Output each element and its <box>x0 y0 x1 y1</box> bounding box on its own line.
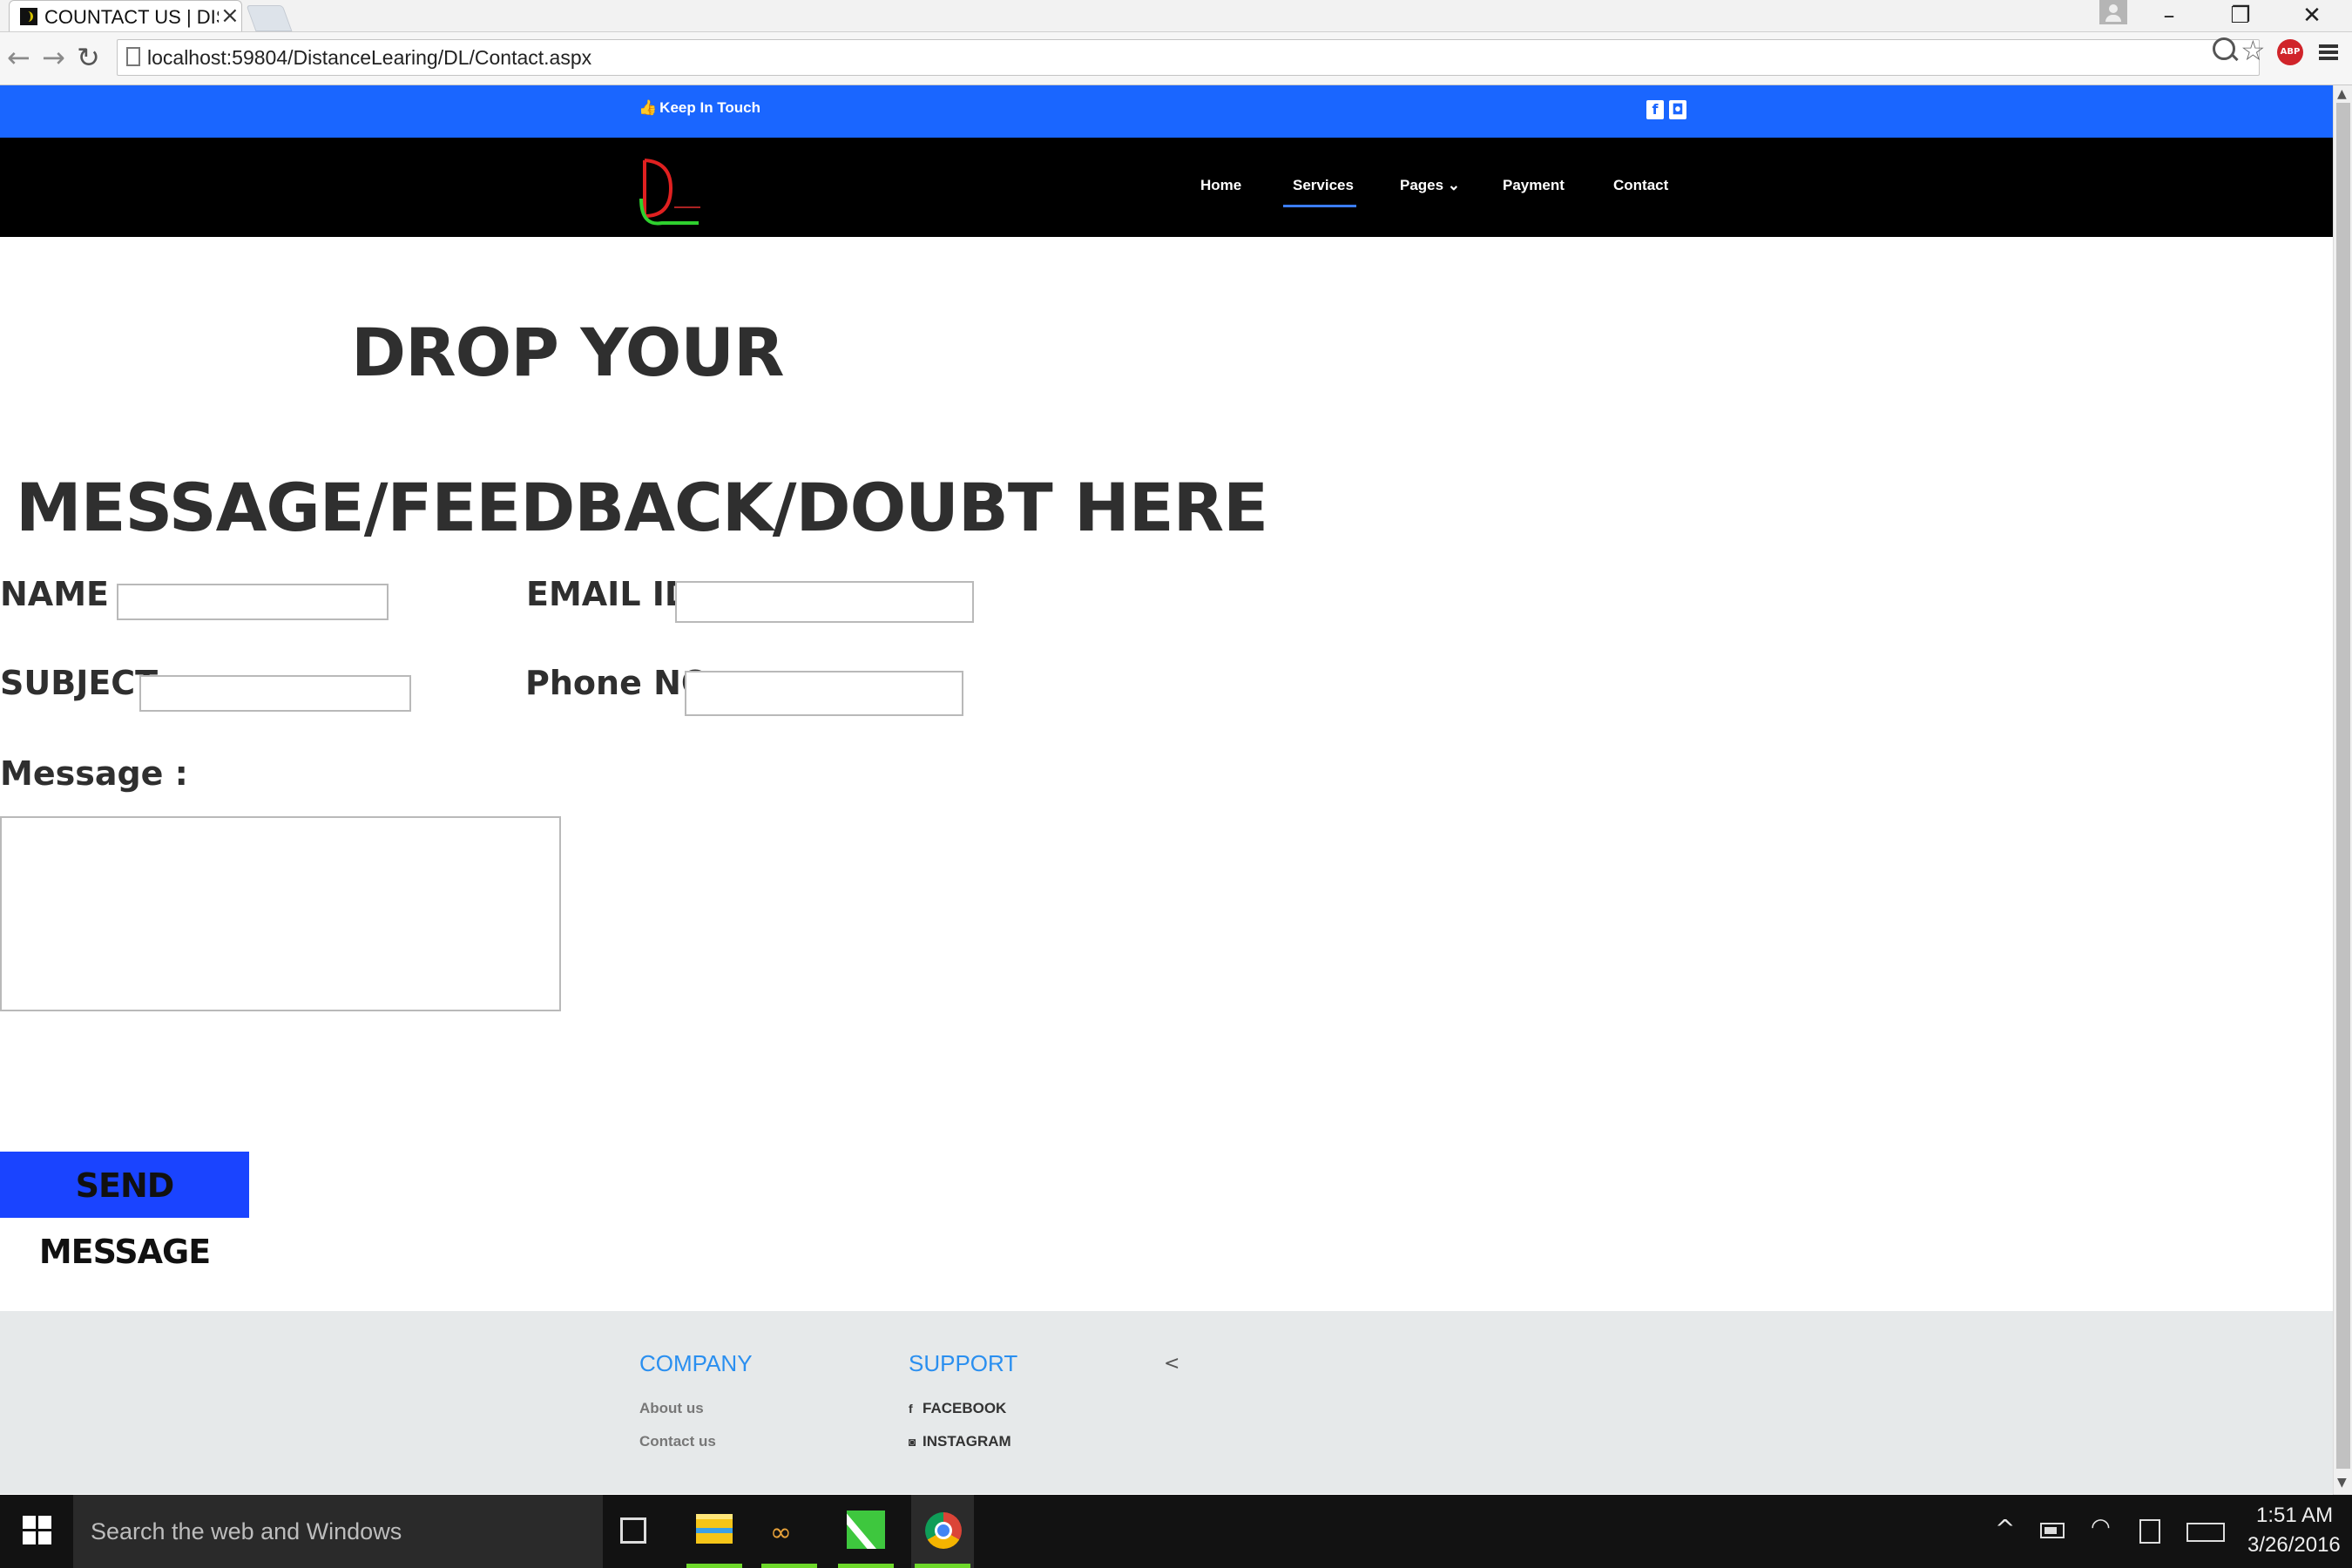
restore-button[interactable]: ❐ <box>2214 0 2267 31</box>
chrome-app[interactable] <box>911 1495 974 1568</box>
infinity-icon: ∞ <box>770 1517 792 1548</box>
active-nav-underline <box>1283 205 1356 207</box>
page-heading-line2: MESSAGE/FEEDBACK/DOUBT HERE <box>16 469 1268 546</box>
action-center-icon[interactable] <box>2139 1519 2160 1544</box>
instagram-icon[interactable]: ◘ <box>1669 100 1686 119</box>
browser-tab[interactable]: COUNTACT US | DIS × <box>9 0 242 31</box>
footer-instagram-label: INSTAGRAM <box>923 1433 1011 1450</box>
taskbar-search-placeholder: Search the web and Windows <box>91 1518 402 1544</box>
footer-facebook-link[interactable]: f FACEBOOK <box>909 1400 1006 1417</box>
task-view-icon[interactable] <box>620 1517 646 1544</box>
clock-time[interactable]: 1:51 AM <box>2256 1504 2333 1528</box>
facebook-icon[interactable]: f <box>1646 100 1664 119</box>
page-heading-line1: DROP YOUR <box>351 314 785 391</box>
address-toolbar: ← → ↻ localhost:59804/DistanceLearing/DL… <box>0 32 2352 85</box>
top-contact-strip: 👍 Keep In Touch f ◘ <box>0 85 2333 138</box>
new-tab-button[interactable] <box>246 5 293 31</box>
profile-icon[interactable] <box>2099 0 2127 24</box>
windows-taskbar: Search the web and Windows ∞ ^ ◠ 1:51 AM… <box>0 1495 2352 1568</box>
scroll-down-icon[interactable]: ▼ <box>2337 1476 2347 1490</box>
site-navbar: Home Services Pages ⌄ Payment Contact <box>0 138 2333 237</box>
footer-support-heading: SUPPORT <box>909 1350 1018 1376</box>
nav-pages-dropdown[interactable]: Pages ⌄ <box>1400 177 1460 194</box>
chevron-left-icon[interactable]: < <box>1164 1353 1179 1375</box>
message-textarea[interactable] <box>0 816 561 1011</box>
nav-contact[interactable]: Contact <box>1613 177 1668 194</box>
bookmark-star-icon[interactable]: ☆ <box>2240 34 2266 67</box>
footer-contact-link[interactable]: Contact us <box>639 1433 716 1450</box>
green-app-icon <box>847 1511 885 1549</box>
show-hidden-icons-chevron-icon[interactable]: ^ <box>1995 1514 2015 1543</box>
thumbs-up-icon: 👍 <box>639 99 658 116</box>
browser-tab-bar: COUNTACT US | DIS × – ❐ ✕ <box>0 0 2352 32</box>
minimize-button[interactable]: – <box>2143 0 2195 31</box>
windows-start-icon[interactable] <box>23 1516 52 1545</box>
footer-facebook-label: FACEBOOK <box>923 1400 1007 1416</box>
site-favicon-icon <box>20 8 37 25</box>
taskbar-search-box[interactable]: Search the web and Windows <box>73 1495 603 1568</box>
nav-payment[interactable]: Payment <box>1503 177 1565 194</box>
url-text: localhost:59804/DistanceLearing/DL/Conta… <box>147 46 592 69</box>
keep-in-touch-label: Keep In Touch <box>659 99 761 116</box>
footer-company-heading: COMPANY <box>639 1350 753 1376</box>
send-message-button[interactable]: SEND MESSAGE <box>0 1152 249 1271</box>
keyboard-icon[interactable] <box>2186 1523 2225 1542</box>
message-label: Message : <box>0 754 188 793</box>
site-footer: COMPANY SUPPORT < About us Contact us fF… <box>0 1311 2333 1494</box>
clock-date[interactable]: 3/26/2016 <box>2247 1533 2341 1558</box>
address-bar[interactable]: localhost:59804/DistanceLearing/DL/Conta… <box>117 39 2260 76</box>
tab-close-icon[interactable]: × <box>220 3 240 29</box>
nav-home[interactable]: Home <box>1200 177 1241 194</box>
infinity-app[interactable]: ∞ <box>758 1495 821 1568</box>
adblock-icon[interactable]: ABP <box>2277 39 2303 65</box>
page-scrollbar[interactable]: ▲ ▼ <box>2333 85 2352 1495</box>
close-window-button[interactable]: ✕ <box>2286 0 2338 31</box>
subject-input[interactable] <box>139 675 411 712</box>
green-app[interactable] <box>835 1495 897 1568</box>
scrollbar-thumb[interactable] <box>2336 103 2350 1469</box>
wifi-icon[interactable]: ◠ <box>2091 1514 2111 1540</box>
reload-icon[interactable]: ↻ <box>77 41 100 74</box>
tab-title: COUNTACT US | DIS <box>44 6 219 28</box>
file-explorer-app[interactable] <box>683 1495 746 1568</box>
folder-icon <box>696 1514 733 1544</box>
name-label: NAME : <box>0 575 134 613</box>
footer-about-link[interactable]: About us <box>639 1400 704 1417</box>
site-logo[interactable] <box>636 155 706 228</box>
keep-in-touch-link[interactable]: 👍 Keep In Touch <box>639 99 760 117</box>
footer-instagram-link[interactable]: ◙ INSTAGRAM <box>909 1433 1011 1450</box>
scroll-up-icon[interactable]: ▲ <box>2337 87 2347 101</box>
email-input[interactable] <box>675 581 974 623</box>
zoom-icon[interactable] <box>2213 37 2235 60</box>
browser-menu-icon[interactable] <box>2319 44 2338 60</box>
page-icon <box>126 47 140 66</box>
name-input[interactable] <box>117 584 389 620</box>
phone-input[interactable] <box>685 671 963 716</box>
instagram-icon: ◙ <box>909 1435 916 1449</box>
nav-services[interactable]: Services <box>1293 177 1354 194</box>
forward-arrow-icon[interactable]: → <box>42 41 65 74</box>
facebook-icon: f <box>909 1402 913 1416</box>
back-arrow-icon[interactable]: ← <box>7 41 30 74</box>
chrome-icon <box>925 1512 962 1549</box>
battery-icon[interactable] <box>2040 1523 2065 1538</box>
